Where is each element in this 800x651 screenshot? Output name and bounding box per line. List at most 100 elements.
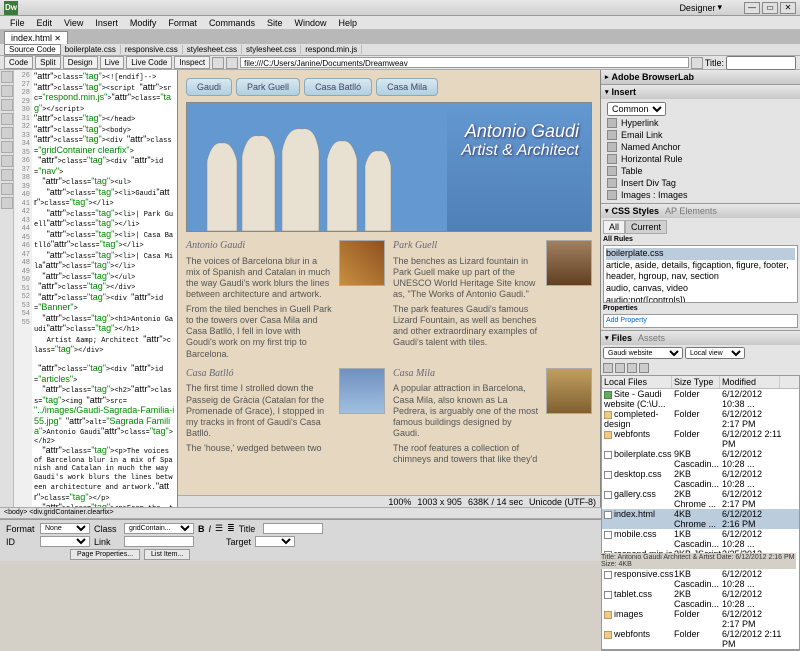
insert-item[interactable]: Email Link — [603, 129, 798, 141]
workspace-switcher[interactable]: Designer — [679, 3, 715, 13]
code-tool-icon[interactable] — [1, 169, 13, 181]
id-select[interactable] — [40, 536, 90, 547]
related-file[interactable]: stylesheet.css — [242, 45, 301, 54]
browser-preview-icon[interactable] — [212, 57, 224, 69]
files-tool-icon[interactable] — [603, 363, 613, 373]
menu-edit[interactable]: Edit — [31, 18, 59, 28]
insert-item-icon — [607, 142, 617, 152]
css-tab-current[interactable]: Current — [625, 220, 667, 234]
related-file[interactable]: boilerplate.css — [61, 45, 121, 54]
maximize-button[interactable]: ▭ — [762, 2, 778, 14]
insert-item[interactable]: Hyperlink — [603, 117, 798, 129]
view-livecode-button[interactable]: Live Code — [126, 56, 172, 69]
menu-site[interactable]: Site — [261, 18, 289, 28]
file-row[interactable]: completed-design Folder6/12/2012 2:17 PM — [602, 409, 799, 429]
related-file[interactable]: responsive.css — [121, 45, 183, 54]
file-row[interactable]: mobile.css 1KB Cascadin...6/12/2012 10:2… — [602, 529, 799, 549]
code-editor[interactable]: "attr">class="tag"><![endif]--> "attr">c… — [32, 70, 177, 507]
target-select[interactable] — [255, 536, 295, 547]
list-item-button[interactable]: List Item... — [144, 549, 190, 560]
tab-gaudi[interactable]: Gaudi — [186, 78, 232, 96]
file-row[interactable]: responsive.css 1KB Cascadin...6/12/2012 … — [602, 569, 799, 589]
insert-item[interactable]: Table — [603, 165, 798, 177]
code-tool-icon[interactable] — [1, 113, 13, 125]
menu-commands[interactable]: Commands — [203, 18, 261, 28]
file-row[interactable]: webfonts Folder6/12/2012 2:11 PM — [602, 629, 799, 649]
menu-file[interactable]: File — [4, 18, 31, 28]
class-select[interactable]: gridContain... — [124, 523, 194, 534]
code-tool-icon[interactable] — [1, 197, 13, 209]
design-pane[interactable]: Gaudi Park Guell Casa Batlló Casa Mila — [178, 70, 600, 507]
css-rules-list[interactable]: boilerplate.css article, aside, details,… — [603, 245, 798, 303]
minimize-button[interactable]: — — [744, 2, 760, 14]
title-label: Title: — [705, 58, 724, 68]
link-input[interactable] — [124, 536, 194, 547]
insert-category-select[interactable]: Common — [607, 102, 666, 116]
code-tool-icon[interactable] — [1, 85, 13, 97]
code-tool-icon[interactable] — [1, 99, 13, 111]
code-tool-icon[interactable] — [1, 127, 13, 139]
view-design-button[interactable]: Design — [63, 56, 98, 69]
bold-button[interactable]: B — [198, 524, 205, 534]
refresh-icon[interactable] — [226, 57, 238, 69]
add-property-link[interactable]: Add Property — [603, 314, 798, 328]
insert-item[interactable]: Insert Div Tag — [603, 177, 798, 189]
toolbar-icon[interactable] — [691, 57, 703, 69]
code-tool-icon[interactable] — [1, 71, 13, 83]
file-row[interactable]: index.html 4KB Chrome ...6/12/2012 2:16 … — [602, 509, 799, 529]
format-select[interactable]: None — [40, 523, 90, 534]
file-row[interactable]: gallery.css 2KB Chrome ...6/12/2012 2:17… — [602, 489, 799, 509]
file-row[interactable]: Site - Gaudi website (C:\U... Folder6/12… — [602, 389, 799, 409]
view-split-button[interactable]: Split — [35, 56, 61, 69]
insert-item[interactable]: Horizontal Rule — [603, 153, 798, 165]
file-row[interactable]: images Folder6/12/2012 2:17 PM — [602, 609, 799, 629]
title-input[interactable] — [263, 523, 323, 534]
insert-item[interactable]: Images : Images — [603, 189, 798, 201]
page-properties-button[interactable]: Page Properties... — [70, 549, 140, 560]
zoom-level[interactable]: 100% — [388, 497, 411, 507]
menu-modify[interactable]: Modify — [124, 18, 163, 28]
tab-casa-mila[interactable]: Casa Mila — [376, 78, 438, 96]
menu-insert[interactable]: Insert — [89, 18, 124, 28]
menu-format[interactable]: Format — [162, 18, 203, 28]
panel-css-header[interactable]: ▾CSS StylesAP Elements — [601, 204, 800, 218]
view-select[interactable]: Local view — [685, 347, 745, 359]
file-row[interactable]: tablet.css 2KB Cascadin...6/12/2012 10:2… — [602, 589, 799, 609]
insert-item[interactable]: Named Anchor — [603, 141, 798, 153]
related-source[interactable]: Source Code — [4, 44, 61, 55]
close-button[interactable]: ✕ — [780, 2, 796, 14]
panel-files-header[interactable]: ▾FilesAssets — [601, 331, 800, 345]
view-inspect-button[interactable]: Inspect — [174, 56, 210, 69]
address-field[interactable]: file:///C:/Users/Janine/Documents/Dreamw… — [240, 57, 689, 68]
file-row[interactable]: desktop.css 2KB Cascadin...6/12/2012 10:… — [602, 469, 799, 489]
css-tab-all[interactable]: All — [603, 220, 625, 234]
view-code-button[interactable]: Code — [4, 56, 33, 69]
related-file[interactable]: stylesheet.css — [183, 45, 242, 54]
italic-button[interactable]: I — [209, 524, 212, 534]
files-tool-icon[interactable] — [639, 363, 649, 373]
list-ol-icon[interactable]: ≣ — [227, 523, 235, 534]
view-live-button[interactable]: Live — [100, 56, 125, 69]
site-select[interactable]: Gaudi website — [603, 347, 683, 359]
files-tool-icon[interactable] — [615, 363, 625, 373]
files-grid[interactable]: Local Files Size Type Modified Site - Ga… — [601, 375, 800, 650]
related-file[interactable]: respond.min.js — [301, 45, 362, 54]
tab-park-guell[interactable]: Park Guell — [236, 78, 300, 96]
code-tool-icon[interactable] — [1, 183, 13, 195]
menu-help[interactable]: Help — [332, 18, 363, 28]
title-input[interactable] — [726, 56, 796, 70]
panel-browserlab-header[interactable]: ▸Adobe BrowserLab — [601, 70, 800, 84]
file-row[interactable]: boilerplate.css 9KB Cascadin...6/12/2012… — [602, 449, 799, 469]
menu-window[interactable]: Window — [288, 18, 332, 28]
insert-item-icon — [607, 166, 617, 176]
doc-tab-index[interactable]: index.html ✕ — [4, 31, 68, 44]
code-tool-icon[interactable] — [1, 155, 13, 167]
list-ul-icon[interactable]: ☰ — [215, 523, 223, 534]
panel-insert-header[interactable]: ▾Insert — [601, 85, 800, 99]
code-tool-icon[interactable] — [1, 141, 13, 153]
menu-view[interactable]: View — [58, 18, 89, 28]
file-row[interactable]: webfonts Folder6/12/2012 2:11 PM — [602, 429, 799, 449]
files-tool-icon[interactable] — [627, 363, 637, 373]
tab-casa-batllo[interactable]: Casa Batlló — [304, 78, 372, 96]
article-text: The 'house,' wedged between two — [186, 443, 333, 454]
